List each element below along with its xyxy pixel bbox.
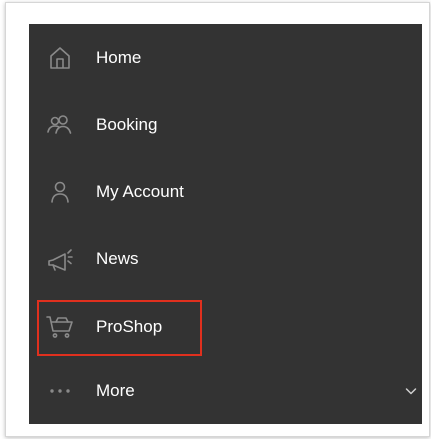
shopping-cart-icon <box>45 312 75 342</box>
menu-item-proshop[interactable]: ProShop <box>29 293 422 360</box>
menu-item-label: More <box>96 380 135 400</box>
menu-item-more[interactable]: More <box>29 357 422 424</box>
menu-item-booking[interactable]: Booking <box>29 91 422 158</box>
megaphone-icon <box>45 244 75 274</box>
menu-item-my-account[interactable]: My Account <box>29 158 422 225</box>
users-icon <box>45 110 75 140</box>
user-icon <box>45 177 75 207</box>
menu-item-label: ProShop <box>96 316 163 336</box>
menu-item-news[interactable]: News <box>29 225 422 292</box>
menu-item-label: News <box>96 248 139 268</box>
menu-item-label: Home <box>96 47 142 67</box>
menu-item-label: Booking <box>96 114 158 134</box>
window-frame: Home Booking My Account News ProShop Mor… <box>5 2 430 437</box>
menu-item-label: My Account <box>96 181 184 201</box>
side-menu: Home Booking My Account News ProShop Mor… <box>29 24 422 424</box>
ellipsis-icon <box>45 376 75 406</box>
menu-item-home[interactable]: Home <box>29 24 422 91</box>
home-icon <box>45 43 75 73</box>
chevron-down-icon[interactable] <box>404 384 418 398</box>
